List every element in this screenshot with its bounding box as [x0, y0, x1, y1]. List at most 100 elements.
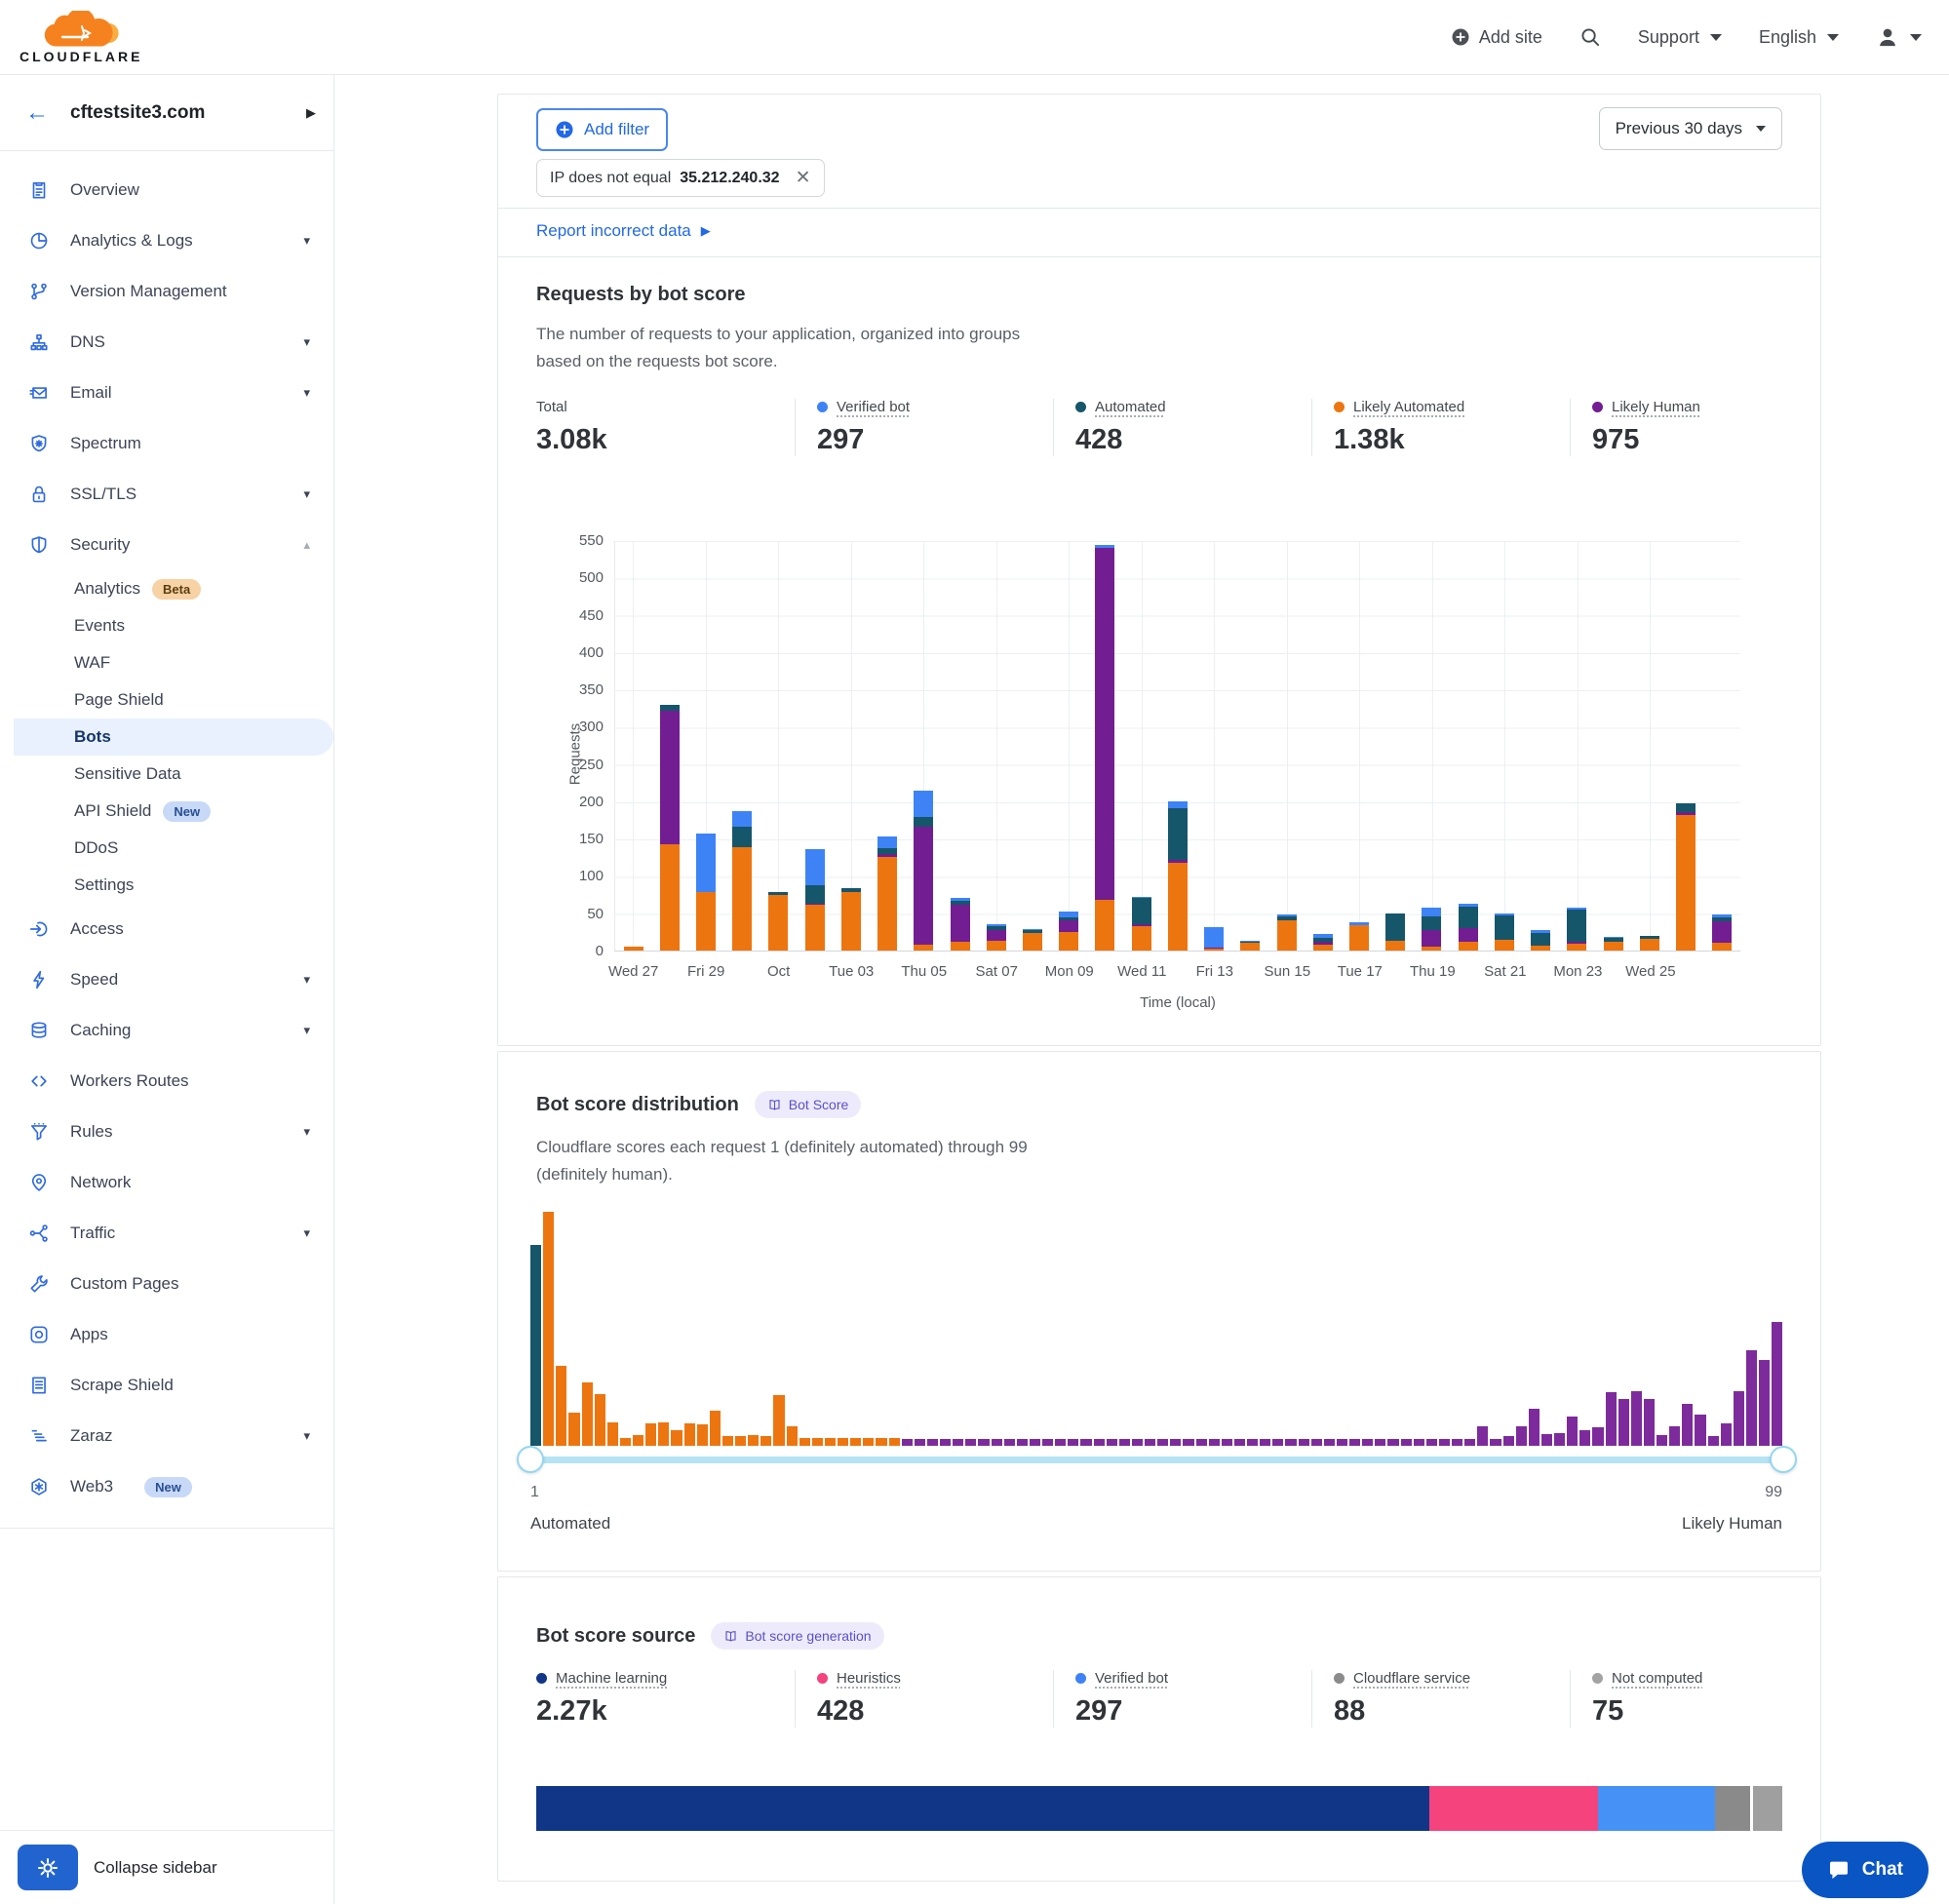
stacked-bar[interactable]	[1604, 937, 1623, 951]
stacked-bar[interactable]	[1204, 927, 1224, 951]
sidebar-item-sensitive-data[interactable]: Sensitive Data	[0, 756, 333, 793]
sidebar-item-rules[interactable]: Rules▾	[0, 1107, 333, 1157]
source-segment-not-computed[interactable]	[1753, 1786, 1782, 1831]
sidebar-item-access[interactable]: Access	[0, 904, 333, 954]
sidebar-item-network[interactable]: Network	[0, 1157, 333, 1208]
stacked-bar[interactable]	[696, 834, 716, 951]
collapse-sidebar-button[interactable]: Collapse sidebar	[94, 1858, 217, 1878]
sidebar-item-events[interactable]: Events	[0, 607, 333, 644]
stat-label[interactable]: Not computed	[1612, 1670, 1702, 1687]
stacked-bar[interactable]	[1676, 803, 1696, 951]
sidebar-item-scrape-shield[interactable]: Scrape Shield	[0, 1360, 333, 1411]
settings-gear-button[interactable]	[18, 1845, 78, 1890]
remove-filter-icon[interactable]: ✕	[796, 169, 811, 187]
stacked-bar[interactable]	[1313, 934, 1333, 951]
stat-label[interactable]: Heuristics	[837, 1670, 901, 1687]
stacked-bar[interactable]	[1023, 929, 1042, 951]
stacked-bar[interactable]	[1495, 913, 1514, 951]
stacked-bar[interactable]	[1640, 936, 1659, 951]
stacked-bar[interactable]	[951, 898, 970, 951]
chat-button[interactable]: Chat	[1802, 1842, 1929, 1898]
sidebar-item-apps[interactable]: Apps	[0, 1309, 333, 1360]
sidebar-item-email[interactable]: Email▾	[0, 368, 333, 418]
sidebar-item-api-shield[interactable]: API ShieldNew	[0, 793, 333, 830]
sidebar-item-analytics-logs[interactable]: Analytics & Logs▾	[0, 215, 333, 266]
slider-handle-max[interactable]	[1770, 1446, 1797, 1473]
stat-label[interactable]: Verified bot	[837, 399, 910, 415]
source-segment-machine-learning[interactable]	[536, 1786, 1429, 1831]
stacked-bar[interactable]	[1059, 912, 1078, 951]
back-arrow-icon[interactable]: ←	[25, 101, 49, 125]
sidebar-item-spectrum[interactable]: Spectrum	[0, 418, 333, 469]
cloudflare-logo[interactable]: CLOUDFLARE	[19, 11, 142, 64]
sidebar-item-settings[interactable]: Settings	[0, 867, 333, 904]
stacked-bar[interactable]	[1531, 930, 1550, 951]
sidebar-item-bots[interactable]: Bots	[14, 719, 333, 756]
support-menu[interactable]: Support	[1638, 27, 1722, 48]
stacked-bar[interactable]	[987, 924, 1006, 952]
sidebar-item-ddos[interactable]: DDoS	[0, 830, 333, 867]
sidebar-item-dns[interactable]: DNS▾	[0, 317, 333, 368]
stacked-bar[interactable]	[1240, 941, 1260, 951]
slider-handle-min[interactable]	[517, 1446, 544, 1473]
sidebar-item-waf[interactable]: WAF	[0, 644, 333, 681]
stacked-bar[interactable]	[1459, 904, 1478, 951]
bot-score-doc-badge[interactable]: Bot Score	[755, 1091, 861, 1118]
date-range-dropdown[interactable]: Previous 30 days	[1599, 107, 1782, 150]
source-segment-verified-bot[interactable]	[1598, 1786, 1715, 1831]
stacked-bar[interactable]	[624, 947, 643, 951]
sidebar-item-web3[interactable]: Web3New	[0, 1461, 333, 1512]
stat-label[interactable]: Likely Human	[1612, 399, 1700, 415]
stacked-bar[interactable]	[1168, 801, 1188, 951]
stacked-bar[interactable]	[1385, 913, 1405, 951]
stacked-bar[interactable]	[768, 892, 788, 951]
search-button[interactable]	[1579, 26, 1601, 48]
sidebar-item-analytics[interactable]: AnalyticsBeta	[0, 570, 333, 607]
stacked-bar[interactable]	[1712, 914, 1732, 951]
chevron-right-icon[interactable]: ▶	[306, 105, 316, 121]
sidebar-item-security[interactable]: Security▴	[0, 520, 333, 570]
stacked-bar[interactable]	[805, 849, 825, 951]
stacked-bar[interactable]	[1422, 908, 1441, 951]
filter-chip[interactable]: IP does not equal 35.212.240.32 ✕	[536, 159, 825, 197]
stacked-bar[interactable]	[1132, 897, 1151, 951]
report-incorrect-data-link[interactable]: Report incorrect data▶	[536, 221, 711, 241]
language-menu[interactable]: English	[1759, 27, 1839, 48]
sidebar-item-zaraz[interactable]: Zaraz▾	[0, 1411, 333, 1461]
sidebar-item-speed[interactable]: Speed▾	[0, 954, 333, 1005]
sidebar-item-page-shield[interactable]: Page Shield	[0, 681, 333, 719]
bot-score-histogram[interactable]	[530, 1212, 1783, 1446]
stacked-bar[interactable]	[732, 811, 752, 951]
stacked-bar[interactable]	[1349, 922, 1369, 951]
sidebar-item-ssl-tls[interactable]: SSL/TLS▾	[0, 469, 333, 520]
stat-label[interactable]: Cloudflare service	[1353, 1670, 1470, 1687]
source-stacked-bar[interactable]	[536, 1786, 1782, 1831]
sidebar-item-overview[interactable]: Overview	[0, 165, 333, 215]
sidebar-item-caching[interactable]: Caching▾	[0, 1005, 333, 1056]
add-site-button[interactable]: Add site	[1451, 27, 1542, 48]
score-range-slider[interactable]	[530, 1457, 1783, 1463]
source-segment-cloudflare-service[interactable]	[1715, 1786, 1750, 1831]
stat-label[interactable]: Automated	[1095, 399, 1166, 415]
stat-label[interactable]: Likely Automated	[1353, 399, 1464, 415]
stat-label[interactable]: Machine learning	[556, 1670, 667, 1687]
stacked-bar[interactable]	[877, 836, 897, 951]
stat-label[interactable]: Verified bot	[1095, 1670, 1168, 1687]
source-segment-heuristics[interactable]	[1429, 1786, 1598, 1831]
sidebar-item-version-management[interactable]: Version Management	[0, 266, 333, 317]
requests-bar-chart[interactable]: Requests Time (local) 550500450400350300…	[614, 541, 1740, 952]
stacked-bar[interactable]	[914, 791, 933, 951]
stacked-bar[interactable]	[841, 888, 861, 951]
site-selector[interactable]: ← cftestsite3.com ▶	[0, 75, 333, 151]
account-menu[interactable]	[1876, 25, 1922, 49]
stacked-bar[interactable]	[660, 705, 680, 951]
y-tick-label: 500	[561, 569, 604, 586]
sidebar-item-workers-routes[interactable]: Workers Routes	[0, 1056, 333, 1107]
add-filter-button[interactable]: Add filter	[536, 108, 668, 151]
stacked-bar[interactable]	[1567, 908, 1586, 951]
sidebar-item-traffic[interactable]: Traffic▾	[0, 1208, 333, 1259]
bot-score-generation-badge[interactable]: Bot score generation	[711, 1622, 883, 1650]
stacked-bar[interactable]	[1095, 545, 1114, 951]
stacked-bar[interactable]	[1277, 914, 1297, 951]
sidebar-item-custom-pages[interactable]: Custom Pages	[0, 1259, 333, 1309]
